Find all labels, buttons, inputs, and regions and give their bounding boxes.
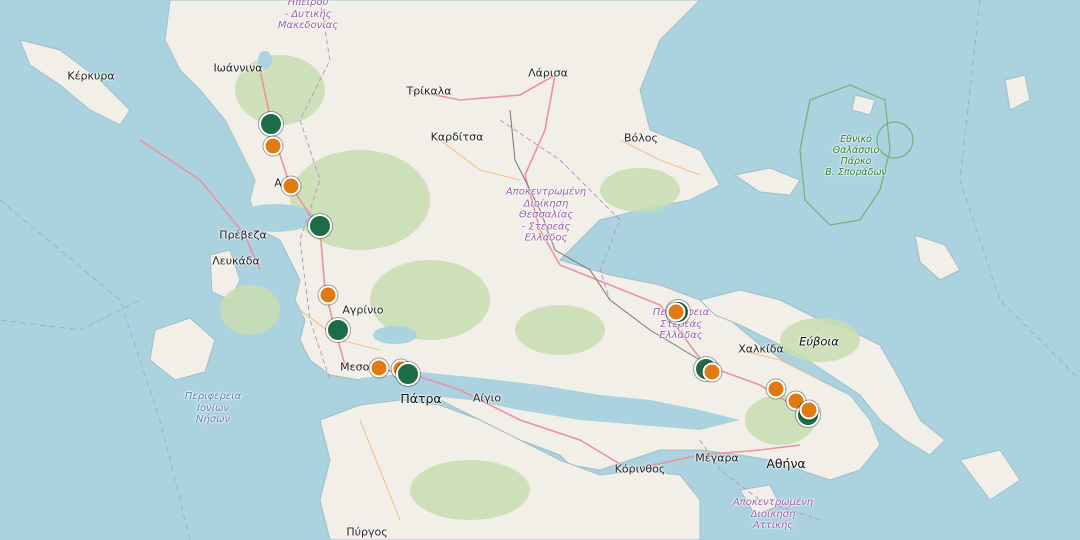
label-evia: Εύβοια	[799, 334, 839, 349]
marker-green-antirrio[interactable]	[396, 362, 420, 386]
label-volos: Βόλος	[624, 131, 658, 145]
label-aigio: Αίγιο	[472, 391, 502, 405]
marker-orange-ioannina-south[interactable]	[263, 136, 283, 156]
label-chalkida: Χαλκίδα	[738, 342, 784, 356]
map-view[interactable]: Κέρκυρα Ιωάννινα Ηπείρου - Δυτικής Μακεδ…	[0, 0, 1080, 540]
label-megara: Μέγαρα	[695, 451, 739, 465]
label-lefkada: Λευκάδα	[212, 254, 260, 268]
marker-orange-thiva[interactable]	[702, 362, 722, 382]
marker-orange-attica-north-3[interactable]	[799, 400, 819, 420]
marker-green-aitoliko[interactable]	[326, 318, 350, 342]
marker-green-ioannina-south[interactable]	[259, 112, 283, 136]
label-attica-region: Αποκεντρωμένη Διοίκηση Αττικής	[732, 496, 814, 531]
basemap	[0, 0, 1080, 540]
label-larisa: Λάρισα	[528, 66, 568, 80]
label-trikala: Τρίκαλα	[406, 84, 452, 98]
label-thessaly-region: Αποκεντρωμένη Διοίκηση Θεσσαλίας - Στερε…	[505, 186, 587, 244]
label-karditsa: Καρδίτσα	[430, 130, 484, 144]
label-korinthos: Κόρινθος	[614, 462, 666, 476]
marker-orange-lamia-east[interactable]	[666, 302, 686, 322]
marker-orange-attica-north-1[interactable]	[766, 379, 786, 399]
marker-orange-astakos[interactable]	[318, 285, 338, 305]
marker-green-amfilochia[interactable]	[308, 214, 332, 238]
label-ioannina: Ιωάννινα	[213, 61, 263, 75]
label-epirus-region: Ηπείρου - Δυτικής Μακεδονίας	[277, 0, 339, 31]
label-athina: Αθήνα	[766, 455, 806, 471]
label-patra: Πάτρα	[400, 390, 442, 406]
label-preveza: Πρέβεζα	[219, 228, 267, 242]
label-agrinio: Αγρίνιο	[342, 303, 384, 317]
label-marine-park: Εθνικό Θαλάσσιο Πάρκο Β. Σποράδων	[825, 134, 887, 178]
marker-orange-arta[interactable]	[281, 176, 301, 196]
label-kerkyra: Κέρκυρα	[67, 69, 115, 83]
label-pyrgos: Πύργος	[346, 525, 388, 539]
marker-orange-mesolongi[interactable]	[369, 358, 389, 378]
label-ionian-region: Περιφέρεια Ιονίων Νήσων	[184, 390, 242, 425]
